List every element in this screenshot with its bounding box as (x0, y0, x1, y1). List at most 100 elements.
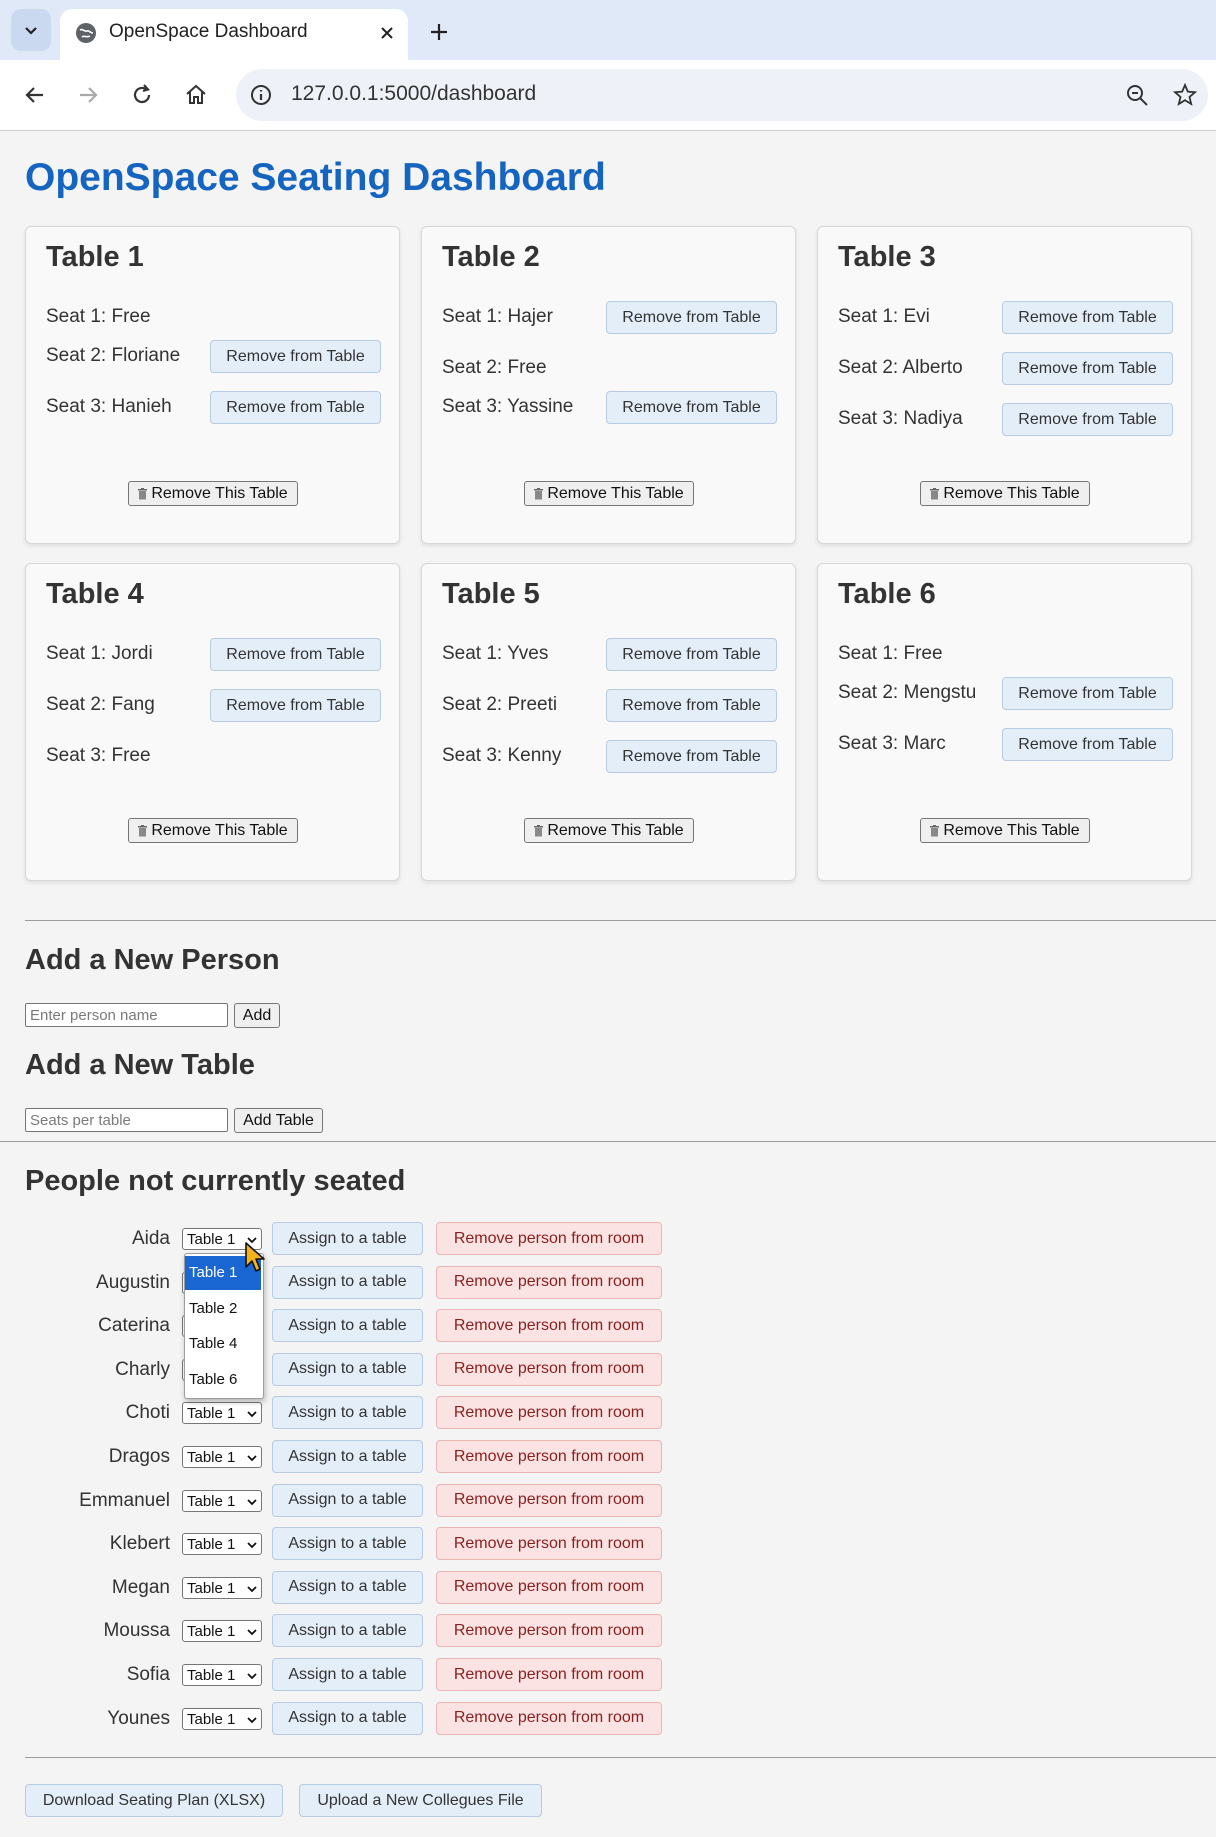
remove-table-button[interactable]: Remove This Table (128, 818, 298, 843)
table-select[interactable]: Table 1 (182, 1664, 262, 1686)
person-row: AugustinTable 1Assign to a tableRemove p… (0, 1265, 700, 1301)
remove-table-button[interactable]: Remove This Table (524, 481, 694, 506)
remove-from-table-button[interactable]: Remove from Table (606, 638, 777, 671)
remove-person-button[interactable]: Remove person from room (436, 1570, 662, 1604)
chevron-down-icon (247, 1411, 257, 1418)
remove-from-table-button[interactable]: Remove from Table (210, 638, 381, 671)
assign-to-table-button[interactable]: Assign to a table (272, 1527, 423, 1561)
remove-from-table-button[interactable]: Remove from Table (210, 340, 381, 373)
remove-from-table-button[interactable]: Remove from Table (606, 391, 777, 424)
assign-to-table-button[interactable]: Assign to a table (272, 1352, 423, 1386)
table-select[interactable]: Table 1 (182, 1402, 262, 1425)
address-bar[interactable]: 127.0.0.1:5000/dashboard (236, 69, 1208, 121)
remove-person-button[interactable]: Remove person from room (436, 1701, 662, 1735)
reload-icon[interactable] (127, 80, 157, 110)
close-icon[interactable] (376, 22, 398, 44)
table-card: Table 2 Seat 1: Hajer Remove from Table Sea… (421, 226, 796, 544)
table-select[interactable]: Table 1 (182, 1576, 262, 1599)
person-row: Moussa Table 1 Assign to a table Remove per… (0, 1613, 700, 1649)
seat-label: Seat 3: Nadiya (838, 408, 963, 429)
seats-per-table-input[interactable] (25, 1108, 228, 1132)
seat-label: Seat 3: Hanieh (46, 396, 172, 417)
seat-label: Seat 1: Evi (838, 306, 930, 327)
divider (25, 1757, 1216, 1758)
browser-tab[interactable]: OpenSpace Dashboard (60, 9, 408, 60)
remove-person-button[interactable]: Remove person from room (436, 1614, 662, 1648)
assign-to-table-button[interactable]: Assign to a table (272, 1483, 423, 1517)
person-row: Dragos Table 1 Assign to a table Remove per… (0, 1439, 700, 1475)
person-row: Younes Table 1 Assign to a table Remove per… (0, 1701, 700, 1737)
bookmark-star-icon[interactable] (1172, 82, 1198, 108)
seat-label: Seat 2: Fang (46, 694, 155, 715)
remove-person-button[interactable]: Remove person from room (436, 1396, 662, 1430)
chevron-down-icon (247, 1498, 257, 1505)
forward-arrow-icon[interactable] (73, 80, 103, 110)
remove-table-label: Remove This Table (151, 484, 288, 502)
remove-person-button[interactable]: Remove person from room (436, 1483, 662, 1517)
globe-icon (76, 23, 96, 43)
remove-from-table-button[interactable]: Remove from Table (1002, 301, 1173, 334)
info-icon[interactable] (249, 83, 273, 107)
assign-to-table-button[interactable]: Assign to a table (272, 1222, 423, 1255)
remove-person-button[interactable]: Remove person from room (436, 1658, 662, 1691)
table-select[interactable]: Table 1 (182, 1533, 262, 1556)
assign-to-table-button[interactable]: Assign to a table (272, 1701, 423, 1735)
person-name: Sofia (126, 1664, 170, 1685)
upload-colleagues-file-button[interactable]: Upload a New Collegues File (299, 1784, 542, 1817)
home-icon[interactable] (181, 80, 211, 110)
remove-from-table-button[interactable]: Remove from Table (1002, 728, 1173, 761)
remove-person-button[interactable]: Remove person from room (436, 1352, 662, 1386)
table-select[interactable]: Table 1 (182, 1707, 262, 1730)
chevron-down-icon (247, 1673, 257, 1680)
table-select[interactable]: Table 1 (182, 1446, 262, 1468)
remove-person-button[interactable]: Remove person from room (436, 1265, 662, 1299)
remove-person-button[interactable]: Remove person from room (436, 1440, 662, 1473)
remove-from-table-button[interactable]: Remove from Table (1002, 352, 1173, 385)
remove-table-button[interactable]: Remove This Table (128, 481, 298, 506)
dropdown-option[interactable]: Table 2 (185, 1292, 261, 1326)
assign-to-table-button[interactable]: Assign to a table (272, 1396, 423, 1430)
add-person-button[interactable]: Add (234, 1003, 280, 1028)
remove-from-table-button[interactable]: Remove from Table (606, 740, 777, 773)
seat-label: Seat 1: Jordi (46, 643, 153, 664)
person-name: Emmanuel (79, 1489, 170, 1511)
chevron-down-icon (247, 1542, 257, 1549)
remove-person-button[interactable]: Remove person from room (436, 1527, 662, 1561)
remove-from-table-button[interactable]: Remove from Table (606, 301, 777, 334)
dropdown-option[interactable]: Table 4 (185, 1327, 261, 1361)
remove-from-table-button[interactable]: Remove from Table (1002, 403, 1173, 436)
new-tab-plus-icon[interactable] (424, 17, 454, 47)
zoom-icon[interactable] (1124, 82, 1150, 108)
remove-person-button[interactable]: Remove person from room (436, 1222, 662, 1255)
remove-table-button[interactable]: Remove This Table (524, 818, 694, 843)
trash-icon (930, 487, 940, 499)
table-select[interactable]: Table 1 (182, 1620, 262, 1643)
person-name-input[interactable] (25, 1003, 228, 1027)
add-table-button[interactable]: Add Table (234, 1108, 323, 1133)
dropdown-option[interactable]: Table 6 (185, 1363, 261, 1397)
assign-to-table-button[interactable]: Assign to a table (272, 1440, 423, 1473)
back-arrow-icon[interactable] (20, 80, 50, 110)
seat-label: Seat 3: Kenny (442, 745, 562, 766)
assign-to-table-button[interactable]: Assign to a table (272, 1309, 423, 1343)
assign-to-table-button[interactable]: Assign to a table (272, 1265, 423, 1299)
table-title: Table 6 (838, 578, 936, 610)
download-seating-plan-button[interactable]: Download Seating Plan (XLSX) (25, 1784, 283, 1817)
remove-from-table-button[interactable]: Remove from Table (1002, 677, 1173, 710)
assign-to-table-button[interactable]: Assign to a table (272, 1614, 423, 1648)
table-select[interactable]: Table 1 (182, 1489, 262, 1512)
remove-table-button[interactable]: Remove This Table (920, 481, 1090, 506)
remove-from-table-button[interactable]: Remove from Table (210, 689, 381, 722)
assign-to-table-button[interactable]: Assign to a table (272, 1570, 423, 1604)
tab-search-button[interactable] (11, 9, 51, 51)
remove-table-button[interactable]: Remove This Table (920, 818, 1090, 843)
remove-from-table-button[interactable]: Remove from Table (606, 689, 777, 722)
url-text[interactable]: 127.0.0.1:5000/dashboard (291, 82, 536, 106)
remove-person-button[interactable]: Remove person from room (436, 1309, 662, 1343)
divider (25, 920, 1216, 921)
seat-label: Seat 1: Free (838, 643, 943, 664)
person-row: Aida Table 1 Assign to a table Remove perso… (0, 1221, 700, 1257)
seat-label: Seat 2: Free (442, 357, 547, 378)
remove-from-table-button[interactable]: Remove from Table (210, 391, 381, 424)
assign-to-table-button[interactable]: Assign to a table (272, 1658, 423, 1691)
